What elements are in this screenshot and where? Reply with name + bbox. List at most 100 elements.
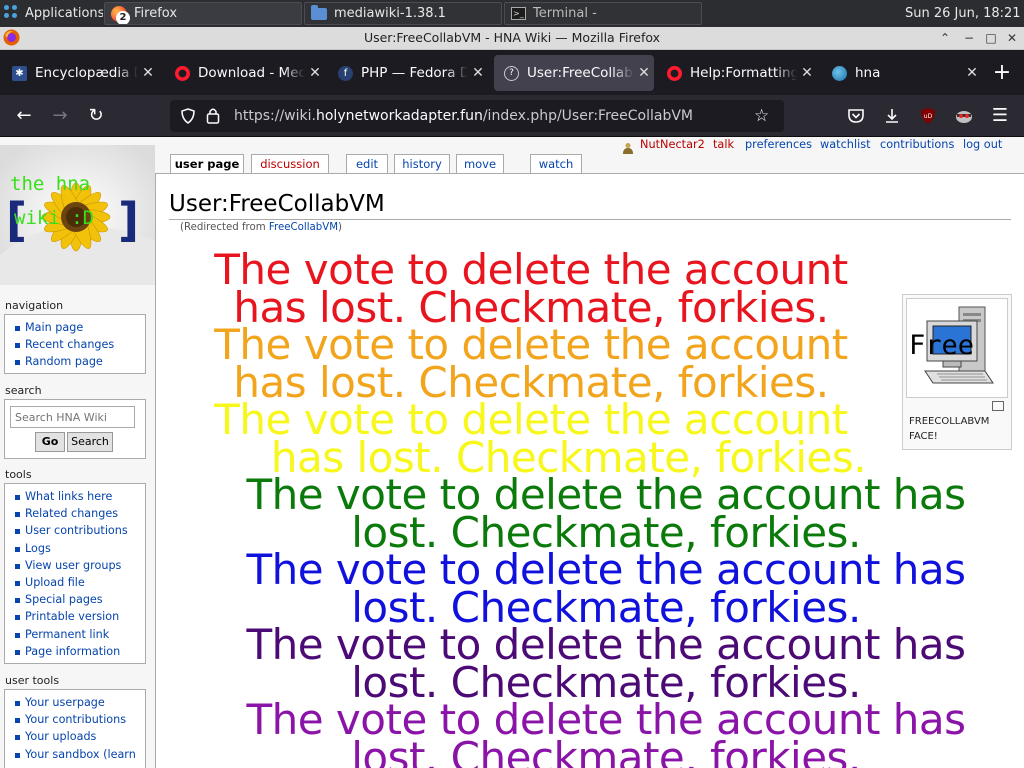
tab-discussion[interactable]: discussion — [251, 154, 329, 173]
taskbar-task-label: mediawiki-1.38.1 — [334, 6, 446, 21]
search-go-button[interactable]: Go — [35, 432, 65, 452]
taskbar-task-firefox[interactable]: 2 Firefox — [104, 2, 302, 25]
user-tools-link[interactable]: Your sandbox (learn — [13, 746, 145, 763]
reload-button[interactable]: ↻ — [84, 104, 108, 128]
personal-watchlist-link[interactable]: watchlist — [820, 138, 871, 151]
page-title: User:FreeCollabVM — [169, 191, 385, 217]
close-icon[interactable]: ✕ — [962, 65, 982, 81]
forward-button[interactable]: → — [48, 104, 72, 128]
vote-message-yellow: The vote to delete the account has lost.… — [186, 399, 876, 479]
url-prefix: https://wiki. — [234, 108, 316, 124]
terminal-icon: >_ — [511, 7, 526, 20]
personal-username-link[interactable]: NutNectar2 — [640, 138, 705, 151]
clock[interactable]: Sun 26 Jun, 18:21 — [905, 0, 1020, 27]
redirect-link[interactable]: FreeCollabVM — [269, 222, 338, 233]
thumbnail-caption-line: FREECOLLABVM — [909, 416, 990, 427]
personal-contributions-link[interactable]: contributions — [880, 138, 954, 151]
chaos-icon: ✱ — [12, 65, 27, 81]
search-button[interactable]: Search — [67, 432, 113, 452]
redirect-suffix: ) — [338, 222, 342, 233]
tab-php-fedora[interactable]: f PHP — Fedora D ✕ — [328, 55, 488, 91]
close-icon[interactable]: ✕ — [305, 65, 325, 81]
close-icon[interactable]: ✕ — [634, 65, 654, 81]
lock-icon[interactable] — [206, 107, 220, 128]
user-tools-link[interactable]: Your userpage — [13, 694, 145, 711]
pocket-button[interactable] — [844, 104, 868, 128]
navigation-portlet: Main page Recent changes Random page — [4, 314, 146, 374]
tab-move[interactable]: move — [456, 154, 504, 173]
tools-link[interactable]: View user groups — [13, 557, 145, 574]
tools-link[interactable]: Upload file — [13, 574, 145, 591]
thumbnail-figure: Free FREECOLLABVM FACE! — [902, 294, 1012, 450]
ublock-origin-button[interactable]: uD — [916, 104, 940, 128]
nav-link-main-page[interactable]: Main page — [13, 319, 145, 336]
close-icon[interactable]: ✕ — [468, 65, 488, 81]
help-icon: ? — [504, 65, 519, 81]
vote-message-blue: The vote to delete the account has lost.… — [186, 549, 1024, 629]
folder-icon — [311, 4, 327, 20]
tools-link[interactable]: Permanent link — [13, 626, 145, 643]
user-icon — [622, 139, 634, 158]
window-minimize-button[interactable]: − — [960, 29, 978, 47]
tools-link[interactable]: User contributions — [13, 522, 145, 539]
window-keep-above-button[interactable]: ⌃ — [936, 29, 954, 47]
tools-link[interactable]: What links here — [13, 488, 145, 505]
app-menu-button[interactable]: ☰ — [988, 104, 1012, 128]
url-path: /index.php/User:FreeCollabVM — [482, 108, 694, 124]
close-icon[interactable]: ✕ — [797, 65, 817, 81]
nav-link-random-page[interactable]: Random page — [13, 353, 145, 370]
vote-message-green: The vote to delete the account has lost.… — [186, 474, 1024, 554]
privacy-badger-button[interactable] — [952, 104, 976, 128]
thumb-image-text: Free — [909, 330, 974, 361]
close-icon[interactable]: ✕ — [138, 65, 158, 81]
new-tab-button[interactable]: + — [990, 62, 1014, 86]
tab-user-page[interactable]: user page — [170, 154, 244, 174]
address-bar[interactable]: https://wiki.holynetworkadapter.fun/inde… — [170, 100, 784, 132]
window-maximize-button[interactable]: □ — [982, 29, 1000, 47]
tools-link[interactable]: Special pages — [13, 591, 145, 608]
tab-hna[interactable]: hna ✕ — [822, 55, 982, 91]
wiki-logo[interactable]: [ ] the hna wiki :D — [0, 145, 155, 285]
taskbar-task-label: Terminal - — [533, 6, 597, 21]
personal-preferences-link[interactable]: preferences — [745, 138, 812, 151]
back-button[interactable]: ← — [12, 104, 36, 128]
taskbar-task-file-manager[interactable]: mediawiki-1.38.1 — [304, 2, 502, 25]
tab-label: Download - Medi — [198, 65, 305, 81]
tab-history[interactable]: history — [394, 154, 450, 173]
tools-link[interactable]: Related changes — [13, 505, 145, 522]
window-titlebar[interactable]: User:FreeCollabVM - HNA Wiki — Mozilla F… — [0, 27, 1024, 50]
enlarge-icon[interactable] — [992, 401, 1004, 411]
user-tools-link[interactable]: Your uploads — [13, 728, 145, 745]
tools-link[interactable]: Printable version — [13, 608, 145, 625]
navigation-heading: navigation — [5, 299, 64, 312]
personal-logout-link[interactable]: log out — [963, 138, 1002, 151]
tab-help-formatting[interactable]: Help:Formatting ✕ — [657, 55, 817, 91]
taskbar-task-terminal[interactable]: >_ Terminal - — [504, 2, 702, 25]
opera-icon — [175, 65, 190, 81]
url-text: https://wiki.holynetworkadapter.fun/inde… — [234, 108, 693, 124]
tab-label: hna — [855, 65, 881, 81]
tracking-protection-icon[interactable] — [180, 108, 196, 128]
tools-link[interactable]: Logs — [13, 540, 145, 557]
applications-menu[interactable]: Applications — [3, 0, 103, 27]
search-input[interactable] — [10, 406, 135, 428]
vote-message-violet: The vote to delete the account has lost.… — [186, 699, 1024, 768]
tools-link[interactable]: Page information — [13, 643, 145, 660]
tab-watch[interactable]: watch — [530, 154, 582, 173]
tab-user-freecollabvm[interactable]: ? User:FreeCollabV ✕ — [494, 55, 654, 91]
window-close-button[interactable]: ✕ — [1003, 29, 1021, 47]
fedora-icon: f — [338, 65, 353, 81]
bookmark-star-icon[interactable]: ☆ — [754, 106, 769, 126]
freecollabvm-face-image[interactable]: Free — [906, 298, 1008, 398]
user-tools-link[interactable]: Your contributions — [13, 711, 145, 728]
tab-edit[interactable]: edit — [346, 154, 388, 173]
personal-talk-link[interactable]: talk — [713, 138, 734, 151]
downloads-button[interactable] — [880, 104, 904, 128]
tab-strip: ✱ Encyclopædia Dr ✕ Download - Medi ✕ f … — [0, 50, 1024, 95]
tab-download-mediawiki[interactable]: Download - Medi ✕ — [165, 55, 325, 91]
globe-icon — [832, 65, 847, 81]
tools-heading: tools — [5, 468, 32, 481]
nav-link-recent-changes[interactable]: Recent changes — [13, 336, 145, 353]
tab-encyclopaedia-dramatica[interactable]: ✱ Encyclopædia Dr ✕ — [2, 55, 158, 91]
content-area: User:FreeCollabVM (Redirected from FreeC… — [155, 173, 1024, 768]
